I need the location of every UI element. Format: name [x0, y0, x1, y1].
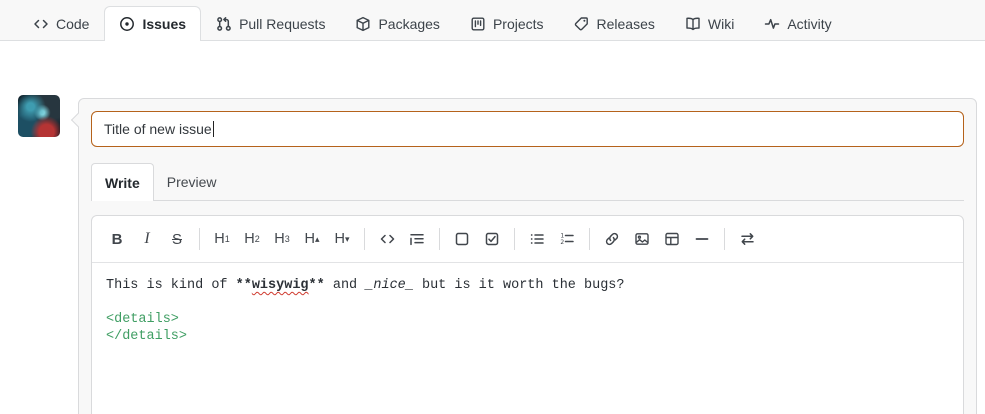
list-ordered-icon: 12 [559, 231, 575, 247]
tab-preview[interactable]: Preview [154, 163, 230, 200]
issue-comment-box: Title of new issue Write Preview B I S H… [70, 98, 977, 414]
switch-editor-icon [739, 231, 756, 247]
list-ordered-button[interactable]: 12 [554, 225, 580, 253]
heading-raise-button[interactable]: H ▴ [299, 225, 325, 253]
tab-label: Releases [596, 15, 655, 32]
tab-write[interactable]: Write [91, 163, 154, 201]
code-icon [33, 16, 49, 32]
book-icon [685, 16, 701, 32]
tab-label: Code [56, 15, 90, 32]
tab-projects[interactable]: Projects [455, 6, 559, 40]
text-caret [212, 121, 214, 137]
tab-wiki[interactable]: Wiki [670, 6, 749, 40]
html-tag: </details> [106, 329, 188, 344]
tag-icon [574, 16, 590, 32]
toolbar-divider [589, 228, 590, 250]
heading-3-button[interactable]: H3 [269, 225, 295, 253]
package-icon [355, 16, 371, 32]
table-button[interactable] [659, 225, 685, 253]
tab-packages[interactable]: Packages [340, 6, 454, 40]
horizontal-rule-button[interactable] [689, 225, 715, 253]
toolbar-divider [514, 228, 515, 250]
tab-releases[interactable]: Releases [559, 6, 670, 40]
link-button[interactable] [599, 225, 625, 253]
italic-button[interactable]: I [134, 225, 160, 253]
comment-arrow [70, 112, 86, 128]
git-pull-request-icon [216, 16, 232, 32]
html-tag: <details> [106, 312, 179, 327]
tab-label: Issues [142, 16, 187, 32]
issue-title-input[interactable]: Title of new issue [91, 111, 964, 147]
bold-button[interactable]: B [104, 225, 130, 253]
toolbar-divider [364, 228, 365, 250]
misspelled-word: wisywig [251, 278, 309, 293]
tab-label: Pull Requests [239, 15, 326, 32]
tab-label: Packages [378, 15, 440, 32]
pulse-icon [764, 16, 780, 32]
switch-editor-button[interactable] [734, 225, 760, 253]
svg-text:2: 2 [560, 239, 564, 246]
user-avatar [18, 95, 60, 137]
link-icon [604, 231, 620, 247]
markdown-toolbar: B I S H1 H2 H3 H ▴ H ▾ 12 [92, 216, 963, 263]
editor-content[interactable]: This is kind of **wisywig** and _nice_ b… [92, 263, 963, 414]
checkbox-checked-icon [484, 231, 500, 247]
checkbox-empty-button[interactable] [449, 225, 475, 253]
quote-icon [409, 231, 425, 247]
heading-1-button[interactable]: H1 [209, 225, 235, 253]
tab-label: Wiki [707, 15, 735, 32]
table-icon [664, 231, 680, 247]
list-unordered-button[interactable] [524, 225, 550, 253]
list-unordered-icon [529, 231, 545, 247]
tab-label: Activity [787, 15, 832, 32]
editor-line: <details> [106, 311, 949, 328]
code-icon [379, 231, 396, 247]
checkbox-empty-icon [454, 231, 470, 247]
tab-code[interactable]: Code [18, 6, 104, 40]
issue-title-text: Title of new issue [104, 121, 212, 137]
heading-lower-button[interactable]: H ▾ [329, 225, 355, 253]
heading-2-button[interactable]: H2 [239, 225, 265, 253]
editor-line: This is kind of **wisywig** and _nice_ b… [106, 278, 625, 293]
tab-label: Projects [492, 15, 544, 32]
project-icon [470, 16, 486, 32]
quote-button[interactable] [404, 225, 430, 253]
strikethrough-button[interactable]: S [164, 225, 190, 253]
code-button[interactable] [374, 225, 400, 253]
tab-activity[interactable]: Activity [749, 6, 846, 40]
horizontal-rule-icon [694, 231, 710, 247]
repo-tab-bar: Code Issues Pull Requests Packages Proje… [0, 0, 985, 41]
checkbox-checked-button[interactable] [479, 225, 505, 253]
editor-line: </details> [106, 328, 949, 345]
toolbar-divider [724, 228, 725, 250]
image-icon [634, 231, 650, 247]
image-button[interactable] [629, 225, 655, 253]
toolbar-divider [199, 228, 200, 250]
tab-issues[interactable]: Issues [104, 6, 202, 41]
editor-tab-bar: Write Preview [91, 163, 964, 201]
markdown-editor: B I S H1 H2 H3 H ▴ H ▾ 12 This is kind o… [91, 215, 964, 414]
issue-opened-icon [119, 16, 135, 32]
tab-pull-requests[interactable]: Pull Requests [201, 6, 340, 40]
new-issue-form-area: Title of new issue Write Preview B I S H… [0, 41, 985, 414]
toolbar-divider [439, 228, 440, 250]
